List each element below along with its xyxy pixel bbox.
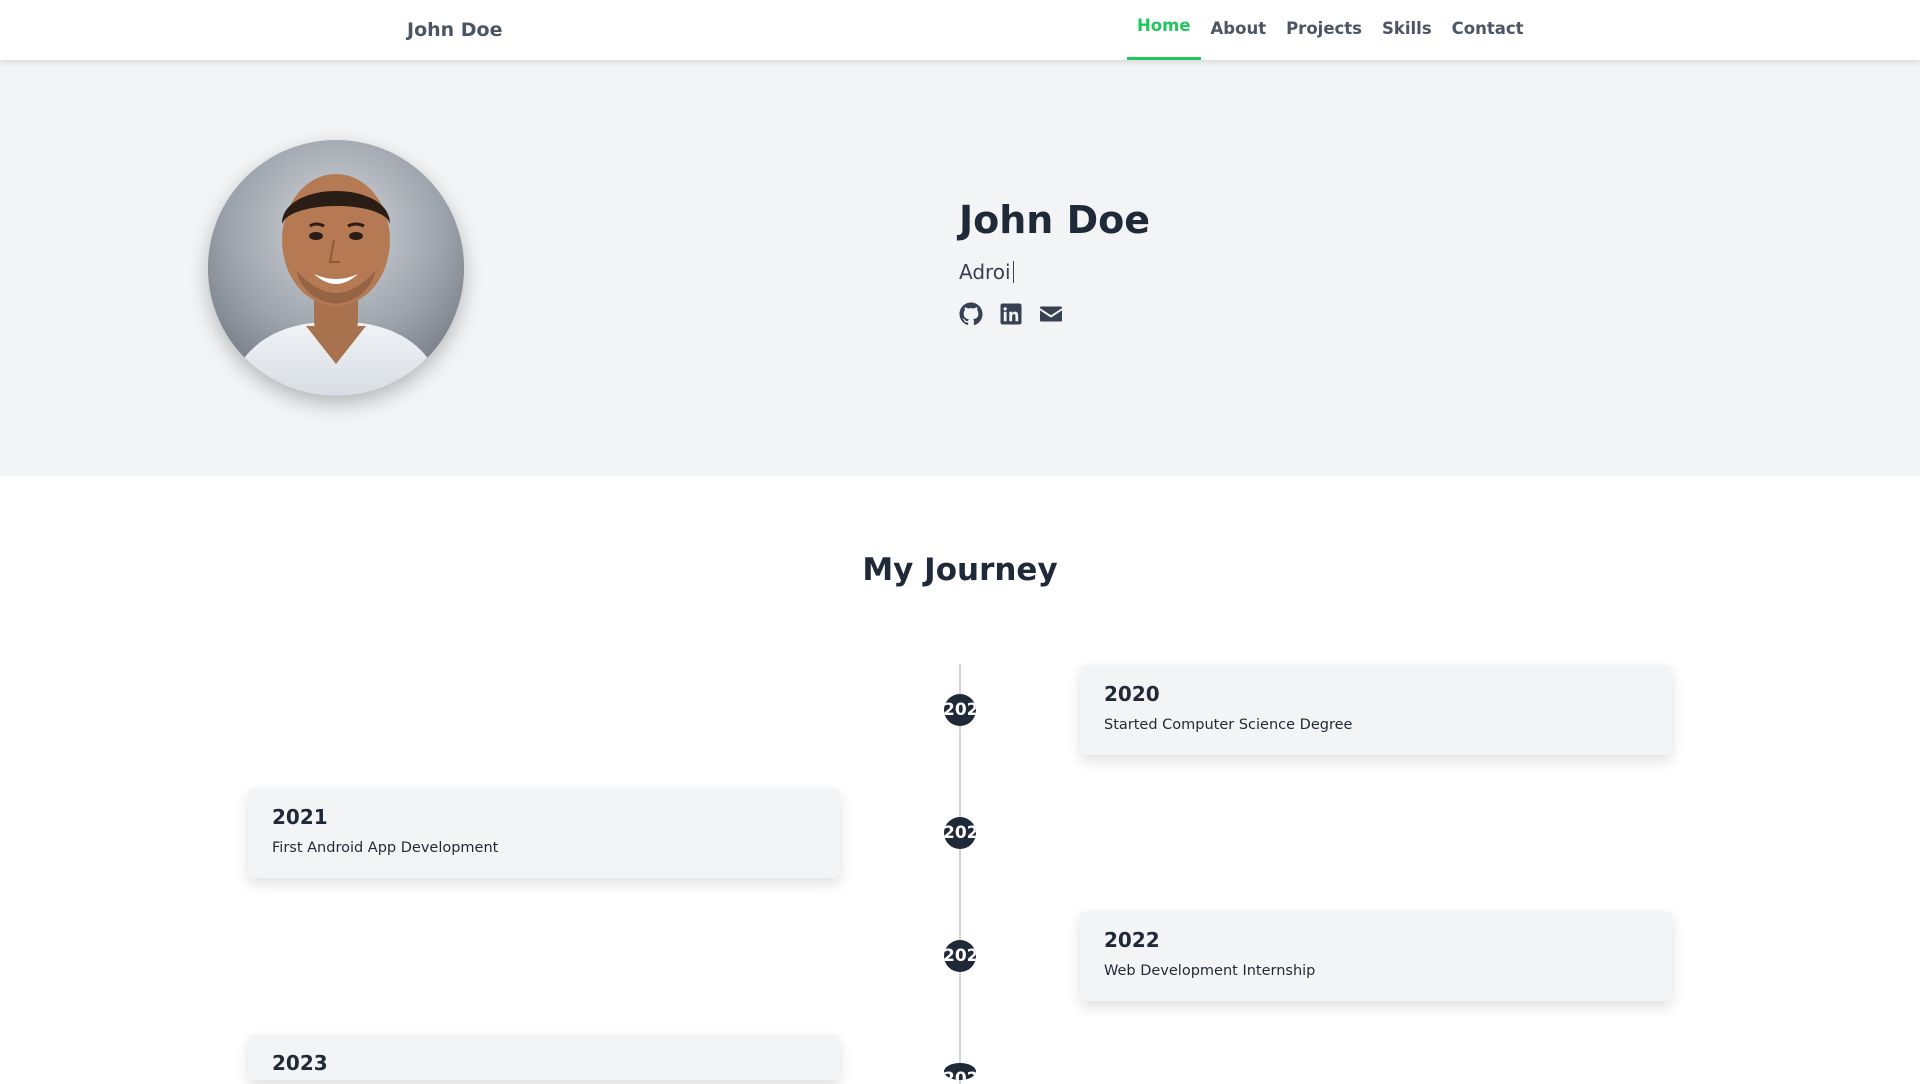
github-icon [959, 302, 983, 325]
brand-logo[interactable]: John Doe [407, 0, 503, 60]
nav-link-contact[interactable]: Contact [1442, 0, 1534, 60]
timeline-year: 2023 [272, 1051, 328, 1075]
linkedin-icon [1000, 303, 1022, 325]
nav-link-projects[interactable]: Projects [1276, 0, 1372, 60]
navbar: John Doe Home About Projects Skills Cont… [0, 0, 1920, 60]
timeline-year: 2020 [1104, 682, 1160, 706]
typing-cursor [1012, 260, 1014, 283]
timeline-year: 2022 [1104, 928, 1160, 952]
profile-avatar [208, 140, 464, 396]
timeline-dot: 202 [944, 940, 976, 972]
nav-link-home[interactable]: Home [1127, 0, 1201, 60]
journey-title: My Journey [862, 552, 1058, 588]
timeline-description: Web Development Internship [1104, 963, 1316, 979]
timeline-card: 2020 Started Computer Science Degree [1080, 665, 1672, 755]
typed-role-text: Adroi [959, 259, 1011, 284]
nav-link-about[interactable]: About [1201, 0, 1277, 60]
linkedin-link[interactable] [999, 302, 1023, 326]
social-links [959, 302, 1150, 326]
hero-text: John Doe Adroi [959, 198, 1150, 326]
typed-role: Adroi [959, 258, 1150, 286]
timeline-year: 2021 [272, 805, 328, 829]
hero-section: John Doe Adroi [0, 60, 1920, 476]
nav-links: Home About Projects Skills Contact [1127, 0, 1534, 60]
timeline-line [959, 664, 961, 1084]
timeline-dot: 202 [944, 1063, 976, 1080]
email-link[interactable] [1039, 302, 1063, 326]
hero-name: John Doe [959, 198, 1151, 242]
envelope-icon [1040, 306, 1062, 322]
timeline-dot: 202 [944, 694, 976, 726]
timeline-card: 2023 [248, 1034, 840, 1080]
nav-link-skills[interactable]: Skills [1372, 0, 1442, 60]
timeline-description: First Android App Development [272, 840, 499, 856]
timeline-dot: 202 [944, 817, 976, 849]
timeline-card: 2022 Web Development Internship [1080, 911, 1672, 1001]
profile-photo-illustration [208, 140, 464, 396]
timeline-description: Started Computer Science Degree [1104, 717, 1353, 733]
timeline-card: 2021 First Android App Development [248, 788, 840, 878]
github-link[interactable] [959, 302, 983, 326]
